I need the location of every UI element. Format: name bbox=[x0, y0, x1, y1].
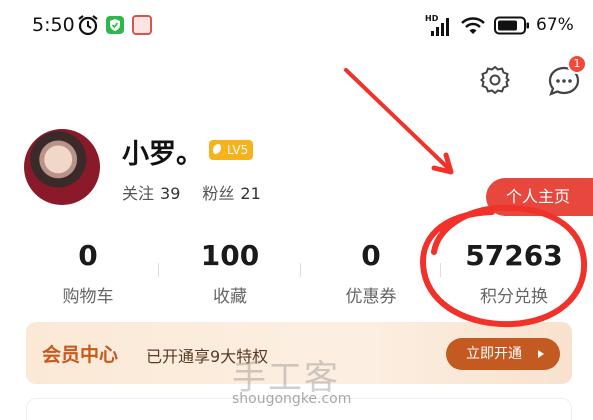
wifi-icon bbox=[461, 17, 485, 34]
stat-value: 100 bbox=[200, 239, 260, 272]
moon-icon bbox=[213, 144, 225, 156]
following-label: 关注 bbox=[122, 184, 155, 203]
stat-label: 积分兑换 bbox=[480, 287, 548, 307]
app-icon bbox=[132, 15, 152, 35]
following-count: 39 bbox=[160, 184, 181, 203]
signal-icon: HD bbox=[425, 14, 455, 38]
battery-percent: 67% bbox=[536, 15, 574, 35]
gear-icon[interactable] bbox=[479, 64, 511, 96]
avatar[interactable] bbox=[24, 129, 100, 205]
status-time: 5:50 bbox=[32, 14, 75, 36]
stat-favorites[interactable]: 100 收藏 bbox=[156, 236, 304, 307]
annotation-arrow bbox=[344, 68, 450, 170]
level-badge: LV5 bbox=[209, 140, 253, 160]
watermark-url: shougongke.com bbox=[232, 391, 352, 407]
follow-row: 关注 39 粉丝 21 bbox=[122, 180, 261, 204]
username: 小罗。 bbox=[122, 139, 203, 170]
level-text: LV5 bbox=[227, 143, 249, 157]
following-link[interactable]: 关注 39 bbox=[122, 184, 180, 203]
stat-value: 0 bbox=[361, 239, 381, 272]
stat-coupons[interactable]: 0 优惠券 bbox=[297, 236, 445, 307]
followers-label: 粉丝 bbox=[202, 184, 235, 203]
vip-title: 会员中心 bbox=[42, 344, 119, 366]
battery-icon bbox=[494, 16, 529, 35]
stat-label: 收藏 bbox=[213, 287, 247, 307]
homepage-button[interactable]: 个人主页 bbox=[486, 178, 593, 216]
stats-row: 0 购物车 100 收藏 0 优惠券 57263 积分兑换 bbox=[0, 236, 593, 307]
chevron-right-icon bbox=[538, 350, 544, 358]
stat-value: 57263 bbox=[465, 239, 563, 272]
stat-value: 0 bbox=[78, 239, 98, 272]
stat-label: 优惠券 bbox=[345, 287, 397, 307]
status-bar: 5:50 HD 67% bbox=[0, 0, 593, 52]
divider bbox=[300, 263, 301, 277]
followers-count: 21 bbox=[240, 184, 261, 203]
stat-cart[interactable]: 0 购物车 bbox=[14, 236, 162, 307]
annotation-arrowhead bbox=[431, 152, 454, 175]
alarm-icon bbox=[78, 15, 98, 36]
vip-button-label: 立即开通 bbox=[466, 346, 522, 362]
stat-points[interactable]: 57263 积分兑换 bbox=[440, 236, 588, 307]
divider bbox=[440, 263, 441, 277]
shield-app-icon bbox=[106, 16, 124, 34]
divider bbox=[158, 263, 159, 277]
vip-open-button[interactable]: 立即开通 bbox=[446, 338, 560, 370]
message-badge: 1 bbox=[567, 54, 587, 74]
followers-link[interactable]: 粉丝 21 bbox=[202, 184, 260, 203]
stat-label: 购物车 bbox=[62, 287, 114, 307]
